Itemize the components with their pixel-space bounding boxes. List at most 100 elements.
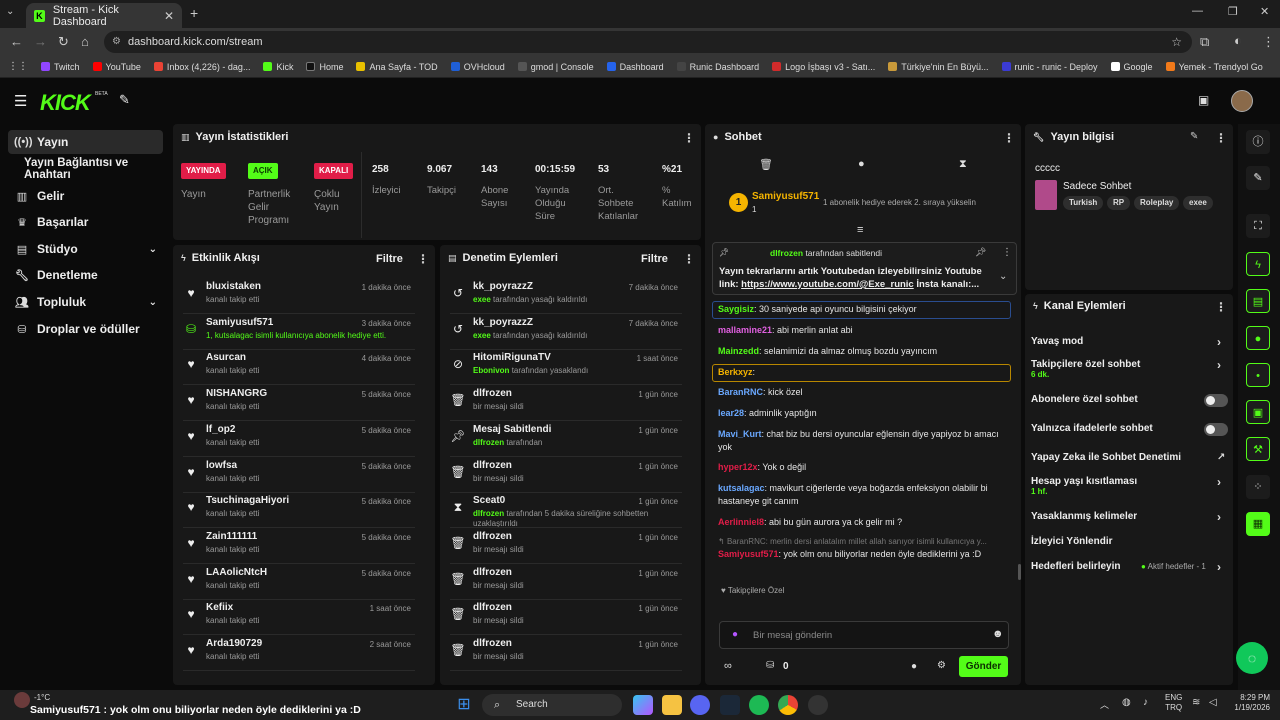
- chat-message[interactable]: mallamine21: abi merlin anlat abi: [718, 324, 1010, 337]
- chat-username[interactable]: Saygisiz: [718, 304, 754, 314]
- site-info-icon[interactable]: ⚙: [112, 31, 121, 53]
- bookmark[interactable]: Kick: [263, 62, 293, 72]
- channel-action-item[interactable]: Yavaş mod: [1031, 336, 1231, 347]
- edit-icon[interactable]: ✎: [1246, 166, 1270, 190]
- wrench-icon[interactable]: ⚒: [1246, 437, 1270, 461]
- sidebar-item-denetleme[interactable]: 🔧︎ Denetleme: [8, 263, 163, 287]
- apps-icon[interactable]: ▦: [1246, 512, 1270, 536]
- bookmark[interactable]: YouTube: [92, 62, 141, 72]
- toggle-switch[interactable]: [1204, 394, 1228, 407]
- bookmark[interactable]: Logo İşbaşı v3 - Satı...: [772, 62, 875, 72]
- extensions-icon[interactable]: ⧉: [1200, 34, 1209, 50]
- bookmark[interactable]: OVHcloud: [450, 62, 505, 72]
- sidebar-item-topluluk[interactable]: 👥︎ Topluluk ⌄: [8, 290, 163, 314]
- chat-message[interactable]: kutsalagac: mavikurt ciğerlerde veya boğ…: [718, 482, 1010, 508]
- hourglass-icon[interactable]: ⧗: [959, 158, 967, 171]
- chrome-icon[interactable]: [778, 695, 798, 715]
- pinned-message[interactable]: 📌︎ dlfrozen tarafından sabitlendi 📌︎ ⋮ Y…: [712, 242, 1017, 295]
- external-link-icon[interactable]: ↗: [1217, 452, 1225, 463]
- list-item[interactable]: ↺ kk_poyrazzZ exee tarafından yasağı kaldı…: [440, 278, 690, 314]
- more-icon[interactable]: ⋮: [417, 252, 429, 266]
- bookmark-star-icon[interactable]: ☆: [1171, 31, 1182, 53]
- bolt-icon[interactable]: ϟ: [1246, 252, 1270, 276]
- list-item[interactable]: 📌︎ Mesaj Sabitlendi dlfrozen tarafından 1 g…: [440, 421, 690, 457]
- bookmark[interactable]: runic - runic - Deploy: [1001, 62, 1098, 72]
- volume-icon[interactable]: ◁: [1209, 697, 1217, 708]
- chat-username[interactable]: lear28: [718, 408, 744, 418]
- back-icon[interactable]: ←: [10, 34, 23, 49]
- chevron-right-icon[interactable]: ›: [1217, 560, 1221, 574]
- list-item[interactable]: ♥ NISHANGRG kanalı takip etti 5 dakika önce: [173, 385, 423, 422]
- more-icon[interactable]: ⋮: [683, 131, 695, 145]
- restore-icon[interactable]: ❐: [1228, 5, 1238, 18]
- apps-icon[interactable]: ⋮⋮: [8, 61, 28, 72]
- emoji-icon[interactable]: ☻: [992, 628, 1004, 640]
- more-icon[interactable]: ⋮: [1003, 131, 1015, 145]
- chat-username[interactable]: kutsalagac: [718, 483, 765, 493]
- chat-message[interactable]: Berkxyz:: [718, 366, 1010, 379]
- toggle-switch[interactable]: [1204, 423, 1228, 436]
- chat-username[interactable]: Berkxyz: [718, 367, 753, 377]
- more-icon[interactable]: ⋮: [1215, 300, 1227, 314]
- hamburger-menu-icon[interactable]: ☰: [14, 92, 27, 110]
- list-item[interactable]: ♥ Zain111111 kanalı takip etti 5 dakika önc…: [173, 528, 423, 564]
- tag[interactable]: Roleplay: [1134, 196, 1180, 210]
- forward-icon[interactable]: →: [34, 34, 47, 49]
- windows-start-icon[interactable]: ⊞: [454, 695, 474, 715]
- sidebar-item-yayin[interactable]: ((•)) Yayın: [8, 130, 163, 154]
- chat-username[interactable]: hyper12x: [718, 462, 758, 472]
- copilot-icon[interactable]: [633, 695, 653, 715]
- edit-icon[interactable]: ✎: [1190, 131, 1198, 142]
- bookmark[interactable]: Twitch: [41, 62, 80, 72]
- tag[interactable]: RP: [1107, 196, 1131, 210]
- chat-username[interactable]: mallamine21: [718, 325, 772, 335]
- steam-icon[interactable]: [720, 695, 740, 715]
- chat-scrollbar[interactable]: [1018, 564, 1021, 580]
- bookmark[interactable]: Home: [306, 62, 343, 72]
- sidebar-item-gelir[interactable]: ▥ Gelir: [8, 184, 163, 208]
- tray-app-icon[interactable]: ◍: [1122, 697, 1131, 708]
- close-window-icon[interactable]: ✕: [1260, 5, 1269, 18]
- list-item[interactable]: 🗑︎ dlfrozen bir mesajı sildi 1 gün önce: [440, 564, 690, 600]
- chat-message[interactable]: BaranRNC: kick özel: [718, 386, 1010, 399]
- mic-icon[interactable]: ●: [732, 629, 738, 640]
- taskbar-search[interactable]: ⌕ Search: [482, 694, 622, 716]
- broadcast-icon[interactable]: •: [1246, 363, 1270, 387]
- chat-message[interactable]: ↰ BaranRNC: merlin dersi anlatalım mille…: [718, 537, 1010, 561]
- list-item[interactable]: 🗑︎ dlfrozen bir mesajı sildi 1 gün önce: [440, 385, 690, 422]
- list-item[interactable]: ↺ kk_poyrazzZ exee tarafından yasağı kaldı…: [440, 314, 690, 350]
- chat-message[interactable]: Mavi_Kurt: chat biz bu dersi oyuncular e…: [718, 428, 1010, 454]
- list-item[interactable]: ♥ lf_op2 kanalı takip etti 5 dakika önce: [173, 421, 423, 457]
- chat-bubble-icon[interactable]: ●: [911, 661, 917, 672]
- minimize-icon[interactable]: —: [1192, 5, 1203, 17]
- channel-action-item[interactable]: İzleyici Yönlendir: [1031, 536, 1231, 547]
- sidebar-item-basarilar[interactable]: ♛ Başarılar: [8, 210, 163, 234]
- app-icon[interactable]: [808, 695, 828, 715]
- list-item[interactable]: ♥ TsuchinagaHiyori kanalı takip etti 5 daki…: [173, 492, 423, 529]
- chat-message[interactable]: Aerlinniel8: abi bu gün aurora ya ck gel…: [718, 516, 1010, 529]
- bookmark[interactable]: Runic Dashboard: [676, 62, 759, 72]
- channel-action-item[interactable]: Yasaklanmış kelimeler: [1031, 511, 1231, 522]
- chat-message[interactable]: Saygisiz: 30 saniyede api oyuncu bilgisi…: [718, 303, 1010, 316]
- chevron-right-icon[interactable]: ›: [1217, 510, 1221, 524]
- bookmark[interactable]: gmod | Console: [517, 62, 594, 72]
- chat-username[interactable]: Samiyusuf571: [718, 549, 779, 559]
- channel-action-item[interactable]: Hesap yaşı kısıtlaması 1 hf.: [1031, 476, 1231, 496]
- home-icon[interactable]: ⌂: [81, 34, 89, 49]
- chat-bubble-icon[interactable]: ●: [858, 158, 865, 170]
- profile-icon[interactable]: ◐: [1234, 33, 1242, 48]
- infinity-icon[interactable]: ∞: [724, 660, 732, 672]
- close-tab-icon[interactable]: ✕: [164, 9, 174, 23]
- channel-action-item[interactable]: Yapay Zeka ile Sohbet Denetimi: [1031, 452, 1231, 463]
- language-indicator[interactable]: ENG TRQ: [1165, 693, 1182, 713]
- bookmark[interactable]: Dashboard: [606, 62, 664, 72]
- chevron-right-icon[interactable]: ›: [1217, 358, 1221, 372]
- gear-icon[interactable]: ⚙: [937, 660, 946, 671]
- chat-username[interactable]: BaranRNC: [718, 387, 763, 397]
- sidebar-item-droplar[interactable]: ⛁ Droplar ve ödüller: [8, 317, 163, 341]
- more-icon[interactable]: ⋮: [683, 252, 695, 266]
- chat-bubble-icon[interactable]: ●: [1246, 326, 1270, 350]
- mic-icon[interactable]: ♪: [1143, 697, 1148, 708]
- discord-icon[interactable]: [690, 695, 710, 715]
- chevron-right-icon[interactable]: ›: [1217, 475, 1221, 489]
